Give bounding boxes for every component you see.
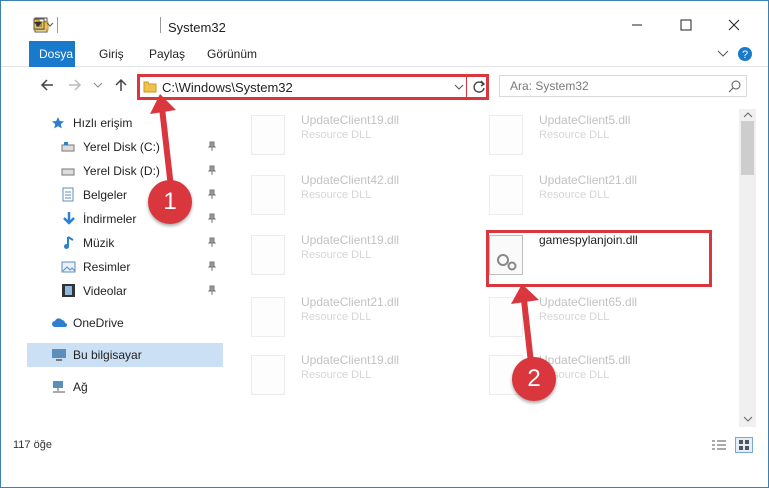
file-name: UpdateClient5.dll bbox=[539, 113, 631, 127]
file-name: UpdateClient19.dll bbox=[301, 233, 400, 247]
address-path[interactable]: C:\Windows\System32 bbox=[162, 80, 293, 95]
file-type: Resource DLL bbox=[539, 311, 610, 323]
pin-icon[interactable] bbox=[208, 141, 216, 151]
sidebar-item-label: Müzik bbox=[83, 236, 115, 250]
dll-file-icon bbox=[251, 355, 285, 395]
file-type: Resource DLL bbox=[301, 189, 372, 201]
sidebar-item-label: İndirmeler bbox=[83, 212, 137, 226]
quick-access-toolbar bbox=[33, 17, 161, 33]
pin-icon[interactable] bbox=[208, 165, 216, 175]
file-name: UpdateClient21.dll bbox=[301, 295, 400, 309]
dll-file-icon bbox=[251, 175, 285, 215]
step-badge-2: 2 bbox=[512, 357, 556, 401]
dll-file-icon bbox=[489, 297, 523, 337]
sidebar-item-network[interactable]: Ağ bbox=[27, 375, 223, 399]
sidebar-item-documents[interactable]: Belgeler bbox=[27, 183, 223, 207]
tab-home[interactable]: Giriş bbox=[89, 41, 134, 67]
file-name: UpdateClient65.dll bbox=[539, 295, 638, 309]
file-name: UpdateClient42.dll bbox=[301, 173, 400, 187]
svg-text:?: ? bbox=[742, 49, 748, 61]
file-type: Resource DLL bbox=[301, 311, 372, 323]
address-bar[interactable]: C:\Windows\System32 bbox=[137, 74, 489, 100]
dll-file-icon bbox=[251, 115, 285, 155]
file-item[interactable]: UpdateClient19.dll Resource DLL bbox=[245, 351, 465, 399]
pin-icon[interactable] bbox=[208, 189, 216, 199]
file-item[interactable]: UpdateClient21.dll Resource DLL bbox=[483, 171, 703, 219]
divider bbox=[160, 17, 161, 33]
divider bbox=[57, 17, 58, 33]
title-bar: System32 bbox=[1, 1, 768, 41]
sidebar-item-label: Yerel Disk (C:) bbox=[83, 140, 160, 154]
pin-icon[interactable] bbox=[208, 213, 216, 223]
properties-icon[interactable] bbox=[34, 17, 82, 33]
file-type: Resource DLL bbox=[539, 129, 610, 141]
tab-file[interactable]: Dosya bbox=[29, 41, 75, 67]
dll-file-icon bbox=[489, 175, 523, 215]
file-item[interactable]: UpdateClient19.dll Resource DLL bbox=[245, 231, 465, 279]
chevron-down-icon[interactable] bbox=[34, 18, 154, 32]
file-name: UpdateClient5.dll bbox=[539, 353, 631, 367]
sidebar-item-quick-access[interactable]: Hızlı erişim bbox=[27, 111, 223, 135]
sidebar-item-onedrive[interactable]: OneDrive bbox=[27, 311, 223, 335]
new-folder-icon[interactable] bbox=[33, 18, 106, 32]
sidebar-item-music[interactable]: Müzik bbox=[27, 231, 223, 255]
dll-file-icon bbox=[251, 297, 285, 337]
file-type: Resource DLL bbox=[301, 249, 372, 261]
sidebar-item-pictures[interactable]: Resimler bbox=[27, 255, 223, 279]
file-item[interactable]: UpdateClient19.dll Resource DLL bbox=[245, 111, 465, 159]
sidebar-item-videos[interactable]: Videolar bbox=[27, 279, 223, 303]
window-title: System32 bbox=[168, 20, 226, 35]
sidebar-item-label: OneDrive bbox=[73, 316, 124, 330]
sidebar-item-label: Belgeler bbox=[83, 188, 128, 202]
file-name: UpdateClient21.dll bbox=[539, 173, 638, 187]
divider bbox=[466, 74, 467, 100]
sidebar-item-label: Hızlı erişim bbox=[73, 116, 133, 130]
dll-file-icon bbox=[251, 235, 285, 275]
sidebar-item-drive-d[interactable]: Yerel Disk (D:) bbox=[27, 159, 223, 183]
file-highlight-box bbox=[486, 230, 712, 287]
tab-share[interactable]: Paylaş bbox=[139, 41, 195, 67]
search-placeholder: Ara: System32 bbox=[510, 79, 589, 93]
step-badge-1: 1 bbox=[148, 180, 192, 224]
file-name: UpdateClient19.dll bbox=[301, 113, 400, 127]
minimize-button[interactable] bbox=[622, 15, 652, 35]
sidebar-item-label: Videolar bbox=[83, 284, 127, 298]
sidebar-item-label: Yerel Disk (D:) bbox=[83, 164, 160, 178]
explorer-window: System32 Dosya Giriş Paylaş Görünüm ? C:… bbox=[0, 0, 769, 488]
pin-icon[interactable] bbox=[208, 285, 216, 295]
large-icons-view-icon[interactable] bbox=[735, 437, 753, 453]
sidebar-item-label: Resimler bbox=[83, 260, 131, 274]
pin-icon[interactable] bbox=[208, 237, 216, 247]
file-type: Resource DLL bbox=[301, 129, 372, 141]
file-type: Resource DLL bbox=[301, 369, 372, 381]
close-button[interactable] bbox=[719, 15, 749, 35]
file-name: UpdateClient19.dll bbox=[301, 353, 400, 367]
status-bar: 117 öğe bbox=[1, 433, 768, 461]
item-count: 117 öğe bbox=[13, 439, 52, 451]
file-item[interactable]: UpdateClient65.dll Resource DLL bbox=[483, 293, 703, 341]
file-item[interactable]: UpdateClient42.dll Resource DLL bbox=[245, 171, 465, 219]
navigation-pane: Hızlı erişim Yerel Disk (C:) Yerel Disk … bbox=[27, 109, 223, 429]
tab-view[interactable]: Görünüm bbox=[197, 41, 267, 67]
sidebar-item-this-pc[interactable]: Bu bilgisayar bbox=[27, 343, 223, 367]
dll-file-icon bbox=[489, 115, 523, 155]
ribbon: Dosya Giriş Paylaş Görünüm ? bbox=[1, 41, 768, 67]
sidebar-item-drive-c[interactable]: Yerel Disk (C:) bbox=[27, 135, 223, 159]
pin-icon[interactable] bbox=[208, 261, 216, 271]
search-box[interactable]: Ara: System32 bbox=[499, 75, 747, 97]
file-item[interactable]: UpdateClient21.dll Resource DLL bbox=[245, 293, 465, 341]
maximize-button[interactable] bbox=[671, 15, 701, 35]
sidebar-item-label: Bu bilgisayar bbox=[73, 348, 142, 362]
file-type: Resource DLL bbox=[539, 189, 610, 201]
sidebar-item-label: Ağ bbox=[73, 380, 88, 394]
scrollbar-thumb[interactable] bbox=[741, 121, 754, 175]
customize-toolbar-icon[interactable] bbox=[33, 18, 130, 32]
vertical-scrollbar[interactable] bbox=[739, 109, 756, 427]
file-item[interactable]: UpdateClient5.dll Resource DLL bbox=[483, 111, 703, 159]
sidebar-item-downloads[interactable]: İndirmeler bbox=[27, 207, 223, 231]
